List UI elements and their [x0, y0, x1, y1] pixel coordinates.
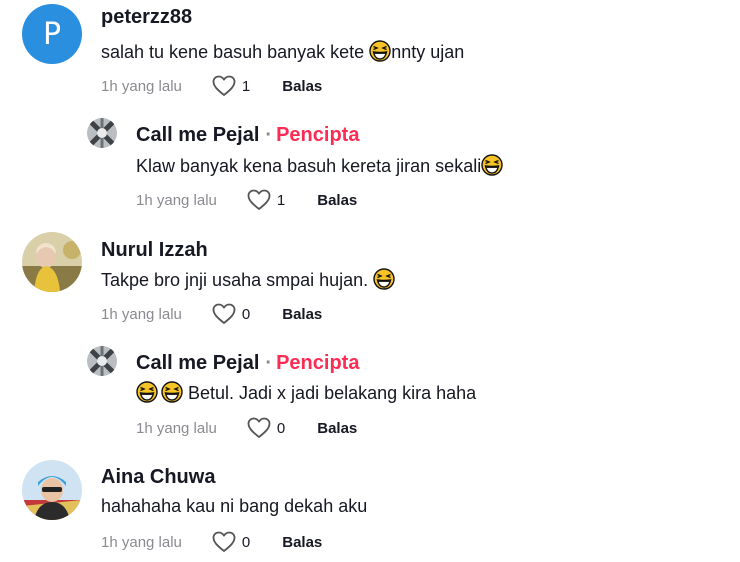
- avatar[interactable]: [87, 118, 117, 148]
- comment-meta: 1h yang lalu 1 Balas: [136, 189, 357, 211]
- grinning-squinting-face-icon: [136, 381, 158, 403]
- reply-author: Call me Pejal · Pencipta: [136, 124, 359, 147]
- comment-text-part: nnty ujan: [391, 42, 465, 62]
- comment-time: 1h yang lalu: [101, 77, 182, 95]
- like-button[interactable]: 0: [212, 303, 250, 325]
- avatar[interactable]: P: [22, 4, 82, 64]
- like-count: 1: [241, 77, 251, 95]
- reply-button[interactable]: Balas: [282, 78, 322, 95]
- comment-time: 1h yang lalu: [101, 305, 182, 323]
- reply-button[interactable]: Balas: [282, 534, 322, 551]
- like-button[interactable]: 0: [212, 531, 250, 553]
- grinning-squinting-face-icon: [373, 268, 395, 290]
- comment-text: hahahaha kau ni bang dekah aku: [101, 496, 367, 517]
- comment-text-part: Klaw banyak kena basuh kereta jiran seka…: [136, 156, 482, 176]
- comment-text: Klaw banyak kena basuh kereta jiran seka…: [136, 154, 503, 177]
- avatar-image: [87, 346, 117, 376]
- like-count: 0: [241, 305, 251, 323]
- grinning-squinting-face-icon: [369, 40, 391, 62]
- avatar[interactable]: [22, 232, 82, 292]
- creator-badge: Pencipta: [276, 124, 360, 146]
- like-button[interactable]: 1: [247, 189, 285, 211]
- comment-text-part: salah tu kene basuh banyak kete: [101, 42, 370, 62]
- reply-author: Call me Pejal · Pencipta: [136, 352, 359, 375]
- comment-text: Takpe bro jnji usaha smpai hujan.: [101, 268, 395, 291]
- heart-outline-icon: [212, 75, 236, 97]
- creator-badge: Pencipta: [276, 352, 360, 374]
- comment-text-part: Takpe bro jnji usaha smpai hujan.: [101, 270, 374, 290]
- comment-text: salah tu kene basuh banyak kete nnty uja…: [101, 40, 464, 63]
- comment-author[interactable]: Nurul Izzah: [101, 239, 208, 262]
- avatar[interactable]: [22, 460, 82, 520]
- reply-button[interactable]: Balas: [317, 420, 357, 437]
- comment-time: 1h yang lalu: [136, 191, 217, 209]
- comment-text-part: Betul. Jadi x jadi belakang kira haha: [183, 383, 477, 403]
- avatar[interactable]: [87, 346, 117, 376]
- comment-meta: 1h yang lalu 1 Balas: [101, 75, 322, 97]
- comment-author[interactable]: Aina Chuwa: [101, 466, 215, 489]
- comment-text-part: hahahaha kau ni bang dekah aku: [101, 496, 368, 516]
- comment-time: 1h yang lalu: [136, 419, 217, 437]
- heart-outline-icon: [212, 303, 236, 325]
- like-count: 0: [241, 533, 251, 551]
- grinning-squinting-face-icon: [161, 381, 183, 403]
- comment-time: 1h yang lalu: [101, 533, 182, 551]
- comment-author[interactable]: Call me Pejal: [136, 352, 259, 374]
- separator-dot: ·: [265, 352, 273, 374]
- heart-outline-icon: [212, 531, 236, 553]
- heart-outline-icon: [247, 417, 271, 439]
- like-count: 0: [276, 419, 286, 437]
- grinning-squinting-face-icon: [481, 154, 503, 176]
- reply-button[interactable]: Balas: [282, 306, 322, 323]
- heart-outline-icon: [247, 189, 271, 211]
- comment-author[interactable]: Call me Pejal: [136, 124, 259, 146]
- comment-meta: 1h yang lalu 0 Balas: [136, 417, 357, 439]
- comment-text: Betul. Jadi x jadi belakang kira haha: [136, 381, 476, 404]
- avatar-image: [87, 118, 117, 148]
- separator-dot: ·: [265, 124, 273, 146]
- avatar-image: [22, 232, 82, 292]
- like-button[interactable]: 0: [247, 417, 285, 439]
- reply-button[interactable]: Balas: [317, 192, 357, 209]
- like-button[interactable]: 1: [212, 75, 250, 97]
- avatar-letter: P: [22, 4, 82, 64]
- avatar-image: [22, 460, 82, 520]
- comment-author[interactable]: peterzz88: [101, 6, 192, 29]
- comment-meta: 1h yang lalu 0 Balas: [101, 303, 322, 325]
- like-count: 1: [276, 191, 286, 209]
- comment-meta: 1h yang lalu 0 Balas: [101, 531, 322, 553]
